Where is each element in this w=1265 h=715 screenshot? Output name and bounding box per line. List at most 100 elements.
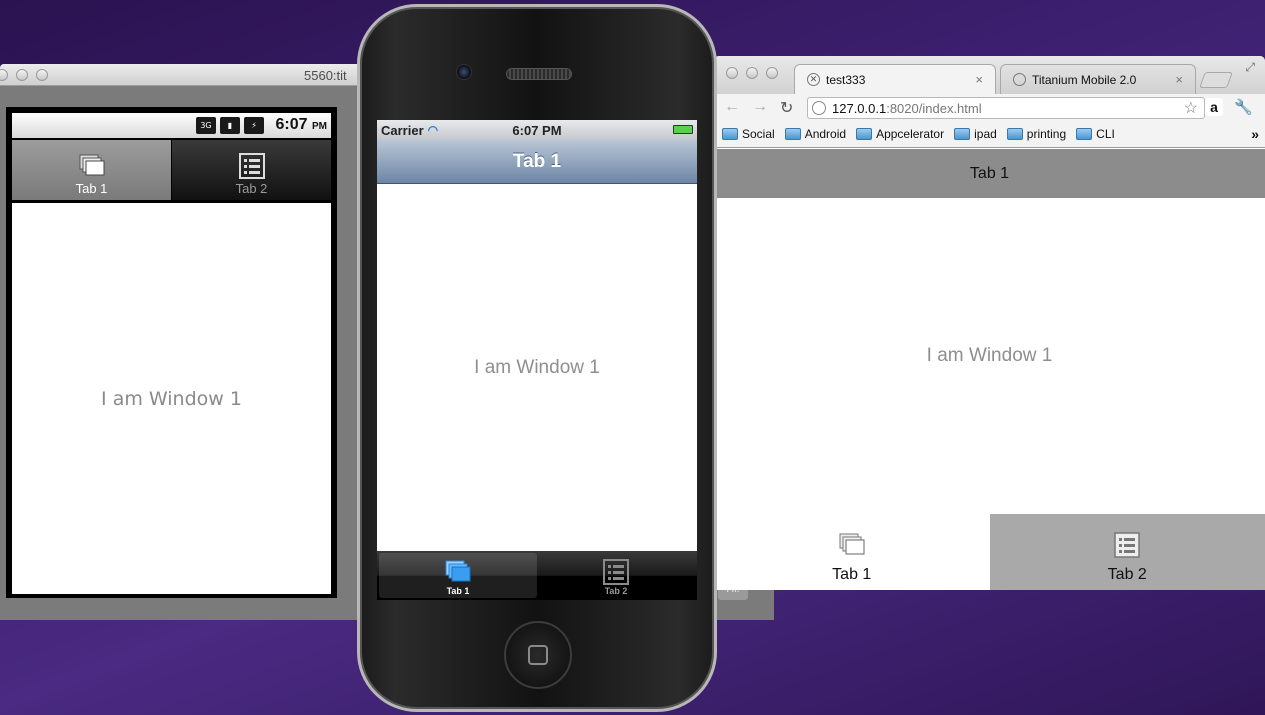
browser-tab-label: Titanium Mobile 2.0 bbox=[1032, 72, 1137, 87]
browser-tab-titanium[interactable]: Titanium Mobile 2.0 × bbox=[1000, 64, 1196, 94]
android-screen: 3G ▮ ⚡ 6:07 PM Tab 1 Tab 2 I am Window 1 bbox=[6, 107, 337, 598]
ios-tab-2-label: Tab 2 bbox=[604, 586, 628, 596]
bookmark-folder-social[interactable]: Social bbox=[722, 127, 775, 141]
ios-status-bar: Carrier ◠ 6:07 PM bbox=[377, 120, 697, 140]
forward-arrow-icon[interactable]: → bbox=[752, 98, 768, 116]
web-window-content: I am Window 1 bbox=[714, 198, 1265, 514]
status-icons: 3G ▮ ⚡ bbox=[196, 117, 264, 134]
wifi-icon: ◠ bbox=[427, 123, 439, 137]
fullscreen-icon[interactable]: ⤢ bbox=[1245, 60, 1255, 75]
folder-icon bbox=[856, 128, 873, 140]
android-clock: 6:07 PM bbox=[276, 116, 327, 134]
web-tab-1-label: Tab 1 bbox=[832, 566, 872, 583]
bookmark-label: ipad bbox=[974, 127, 997, 141]
zoom-window-button[interactable] bbox=[36, 69, 48, 81]
minimize-window-button[interactable] bbox=[16, 69, 28, 81]
bookmark-folder-printing[interactable]: printing bbox=[1006, 127, 1067, 141]
web-window-title: Tab 1 bbox=[969, 164, 1010, 182]
web-tab-2-label: Tab 2 bbox=[1107, 566, 1147, 583]
windows-icon bbox=[445, 560, 471, 582]
page-favicon-icon: ✕ bbox=[807, 73, 820, 86]
folder-icon bbox=[954, 128, 971, 140]
iphone-simulator: Carrier ◠ 6:07 PM Tab 1 I am Window 1 Ta… bbox=[357, 4, 717, 712]
wrench-menu-icon[interactable]: 🔧 bbox=[1234, 98, 1253, 116]
browser-tab-test333[interactable]: ✕ test333 × bbox=[794, 64, 996, 94]
ios-tab-bar: Tab 1 Tab 2 bbox=[377, 551, 697, 600]
bookmark-label: CLI bbox=[1096, 127, 1115, 141]
ios-tab-1-label: Tab 1 bbox=[446, 586, 470, 596]
carrier-label: Carrier bbox=[381, 122, 424, 138]
android-status-bar: 3G ▮ ⚡ 6:07 PM bbox=[12, 113, 331, 138]
iphone-screen: Carrier ◠ 6:07 PM Tab 1 I am Window 1 Ta… bbox=[377, 120, 697, 600]
reload-icon[interactable]: ↻ bbox=[780, 98, 793, 118]
web-tab-2[interactable]: Tab 2 bbox=[989, 514, 1265, 590]
close-window-button[interactable] bbox=[0, 69, 8, 81]
bookmark-label: Appcelerator bbox=[876, 127, 945, 141]
bookmark-folder-android[interactable]: Android bbox=[784, 127, 847, 141]
folder-icon bbox=[722, 128, 738, 140]
windows-icon bbox=[839, 533, 865, 555]
list-icon bbox=[1114, 532, 1140, 558]
close-window-button[interactable] bbox=[726, 67, 738, 79]
chrome-toolbar: ← → ↻ 127.0.0.1:8020/index.html ☆ bbox=[714, 94, 1265, 121]
bookmark-label: Android bbox=[804, 127, 847, 141]
bookmark-folder-appcelerator[interactable]: Appcelerator bbox=[856, 127, 944, 141]
folder-icon bbox=[784, 128, 801, 140]
ios-window-content: I am Window 1 bbox=[377, 184, 697, 551]
android-content-label: I am Window 1 bbox=[101, 387, 242, 410]
chrome-tab-strip: ✕ test333 × Titanium Mobile 2.0 × ⤢ bbox=[714, 56, 1265, 94]
battery-icon bbox=[673, 125, 693, 134]
url-host: 127.0.0.1 bbox=[832, 100, 887, 116]
url-path: :8020/index.html bbox=[886, 100, 982, 116]
android-window-content: I am Window 1 bbox=[12, 203, 331, 594]
speaker-grille bbox=[506, 68, 572, 80]
bookmark-label: printing bbox=[1026, 127, 1067, 141]
bookmark-folder-ipad[interactable]: ipad bbox=[954, 127, 997, 141]
carrier-indicator: Carrier ◠ bbox=[381, 123, 438, 138]
web-tab-bar: Tab 1 Tab 2 bbox=[714, 514, 1265, 590]
minimize-window-button[interactable] bbox=[746, 67, 758, 79]
ios-navigation-bar: Tab 1 bbox=[377, 140, 697, 184]
network-3g-icon: 3G bbox=[196, 117, 216, 134]
windows-icon bbox=[79, 154, 104, 176]
chrome-window-controls bbox=[726, 67, 778, 79]
list-icon bbox=[603, 559, 629, 585]
camera-icon bbox=[456, 64, 472, 80]
web-tab-1[interactable]: Tab 1 bbox=[714, 514, 990, 590]
android-clock-suffix: PM bbox=[312, 121, 327, 132]
chrome-browser-window: ✕ test333 × Titanium Mobile 2.0 × ⤢ ← → … bbox=[714, 56, 1265, 590]
android-tab-2-label: Tab 2 bbox=[235, 181, 268, 196]
battery-charging-icon: ⚡ bbox=[244, 117, 264, 134]
back-arrow-icon[interactable]: ← bbox=[724, 98, 740, 116]
android-tab-1[interactable]: Tab 1 bbox=[12, 140, 172, 200]
amazon-extension-icon[interactable]: a bbox=[1205, 98, 1223, 116]
address-bar[interactable]: 127.0.0.1:8020/index.html ☆ bbox=[807, 97, 1205, 119]
globe-icon bbox=[1013, 73, 1026, 86]
web-app-page: Tab 1 I am Window 1 Tab 1 Tab 2 bbox=[714, 149, 1265, 590]
bookmark-folder-cli[interactable]: CLI bbox=[1076, 127, 1115, 141]
android-tab-bar: Tab 1 Tab 2 bbox=[12, 140, 331, 200]
list-icon bbox=[238, 153, 265, 179]
bookmark-star-icon[interactable]: ☆ bbox=[1184, 98, 1198, 118]
globe-icon bbox=[812, 101, 826, 115]
android-tab-1-label: Tab 1 bbox=[75, 181, 108, 196]
home-square-icon bbox=[528, 645, 548, 665]
zoom-window-button[interactable] bbox=[766, 67, 778, 79]
close-tab-icon[interactable]: × bbox=[975, 72, 983, 87]
folder-icon bbox=[1006, 128, 1023, 140]
close-tab-icon[interactable]: × bbox=[1175, 72, 1183, 87]
home-button[interactable] bbox=[504, 621, 572, 689]
web-window-header: Tab 1 bbox=[714, 149, 1265, 198]
ios-nav-title: Tab 1 bbox=[512, 150, 562, 172]
new-tab-button[interactable] bbox=[1199, 72, 1233, 88]
ios-tab-1[interactable]: Tab 1 bbox=[379, 553, 537, 598]
signal-strength-icon: ▮ bbox=[220, 117, 240, 134]
folder-icon bbox=[1076, 128, 1093, 140]
more-bookmarks-button[interactable]: » bbox=[1251, 126, 1259, 142]
bookmark-label: Social bbox=[742, 127, 775, 141]
ios-tab-2[interactable]: Tab 2 bbox=[537, 553, 695, 598]
browser-tab-label: test333 bbox=[826, 72, 866, 87]
android-clock-time: 6:07 bbox=[275, 116, 308, 133]
window-controls bbox=[0, 69, 48, 81]
android-tab-2[interactable]: Tab 2 bbox=[172, 140, 331, 200]
